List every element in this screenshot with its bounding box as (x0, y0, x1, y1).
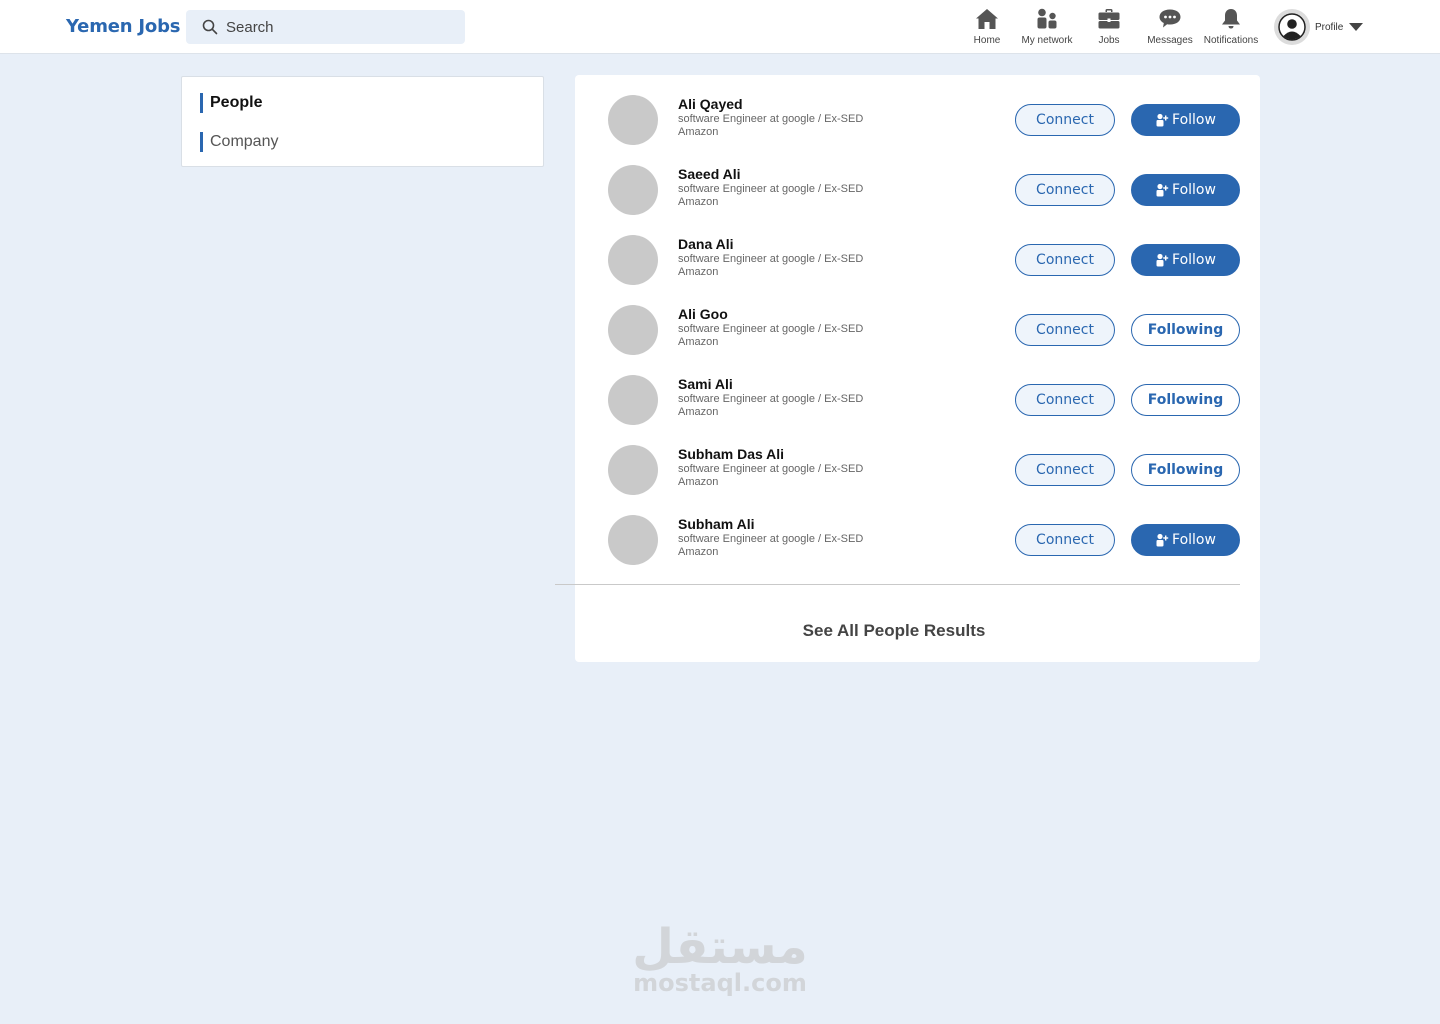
list-item: Subham Ali software Engineer at google / … (575, 515, 1260, 575)
person-name[interactable]: Sami Ali (678, 376, 733, 392)
brand-logo[interactable]: Yemen Jobs (66, 16, 181, 37)
person-name[interactable]: Subham Ali (678, 516, 755, 532)
add-user-icon (1156, 253, 1169, 267)
avatar[interactable] (1274, 9, 1310, 45)
bell-icon (1222, 9, 1240, 29)
add-user-icon (1156, 183, 1169, 197)
briefcase-icon (1098, 9, 1120, 29)
avatar[interactable] (608, 305, 658, 355)
follow-button-label: Follow (1172, 532, 1216, 548)
nav-my-network-label: My network (1021, 35, 1073, 46)
list-item: Subham Das Ali software Engineer at googl… (575, 445, 1260, 505)
person-headline: software Engineer at google / Ex-SED Ama… (678, 393, 864, 418)
person-name[interactable]: Ali Qayed (678, 96, 743, 112)
user-avatar-icon (1278, 13, 1306, 41)
search-icon (202, 19, 218, 35)
add-user-icon (1156, 113, 1169, 127)
divider (555, 584, 1240, 585)
nav-notifications[interactable]: Notifications (1199, 6, 1263, 46)
follow-button[interactable]: Follow (1131, 244, 1240, 276)
profile-menu[interactable]: Profile (1274, 9, 1364, 45)
follow-button-label: Follow (1172, 182, 1216, 198)
person-name[interactable]: Ali Goo (678, 306, 728, 322)
person-headline: software Engineer at google / Ex-SED Ama… (678, 253, 864, 278)
nav-notifications-label: Notifications (1203, 35, 1259, 46)
nav-home-label: Home (973, 35, 1001, 46)
nav-jobs-label: Jobs (1098, 35, 1120, 46)
avatar[interactable] (608, 515, 658, 565)
follow-button[interactable]: Follow (1131, 524, 1240, 556)
nav-home[interactable]: Home (955, 6, 1019, 46)
following-button[interactable]: Following (1131, 314, 1240, 346)
connect-button[interactable]: Connect (1015, 104, 1115, 136)
connect-button[interactable]: Connect (1015, 314, 1115, 346)
following-button[interactable]: Following (1131, 454, 1240, 486)
person-name[interactable]: Dana Ali (678, 236, 734, 252)
nav-messages-label: Messages (1147, 35, 1193, 46)
avatar[interactable] (608, 95, 658, 145)
top-navigation-bar: Yemen Jobs Search Home My network Jobs M… (0, 0, 1440, 54)
list-item: Dana Ali software Engineer at google / Ex… (575, 235, 1260, 295)
watermark-arabic: مستقل (632, 919, 808, 975)
avatar[interactable] (608, 445, 658, 495)
chevron-down-icon[interactable] (1349, 23, 1364, 31)
filter-people[interactable]: People (200, 93, 262, 113)
watermark-latin: mostaql.com (633, 969, 807, 997)
avatar[interactable] (608, 235, 658, 285)
person-headline: software Engineer at google / Ex-SED Ama… (678, 183, 864, 208)
avatar[interactable] (608, 165, 658, 215)
nav-messages[interactable]: Messages (1138, 6, 1202, 46)
person-name[interactable]: Subham Das Ali (678, 446, 784, 462)
connect-button[interactable]: Connect (1015, 174, 1115, 206)
connect-button[interactable]: Connect (1015, 384, 1115, 416)
person-headline: software Engineer at google / Ex-SED Ama… (678, 463, 864, 488)
watermark: مستقل mostaql.com (620, 920, 820, 996)
list-item: Saeed Ali software Engineer at google / E… (575, 165, 1260, 225)
connect-button[interactable]: Connect (1015, 454, 1115, 486)
network-icon (1037, 8, 1057, 29)
person-name[interactable]: Saeed Ali (678, 166, 741, 182)
follow-button-label: Follow (1172, 112, 1216, 128)
connect-button[interactable]: Connect (1015, 524, 1115, 556)
chat-bubble-icon (1159, 9, 1181, 28)
person-headline: software Engineer at google / Ex-SED Ama… (678, 113, 864, 138)
person-headline: software Engineer at google / Ex-SED Ama… (678, 533, 864, 558)
person-headline: software Engineer at google / Ex-SED Ama… (678, 323, 864, 348)
follow-button[interactable]: Follow (1131, 104, 1240, 136)
connect-button[interactable]: Connect (1015, 244, 1115, 276)
add-user-icon (1156, 533, 1169, 547)
following-button[interactable]: Following (1131, 384, 1240, 416)
profile-label: Profile (1315, 21, 1344, 33)
see-all-people-results-link[interactable]: See All People Results (575, 621, 1213, 641)
search-filter-panel: People Company (181, 76, 544, 167)
follow-button-label: Follow (1172, 252, 1216, 268)
people-results-card: Ali Qayed software Engineer at google / E… (555, 75, 1260, 662)
list-item: Ali Goo software Engineer at google / Ex-… (575, 305, 1260, 365)
search-placeholder: Search (226, 18, 274, 36)
nav-my-network[interactable]: My network (1015, 6, 1079, 46)
nav-jobs[interactable]: Jobs (1077, 6, 1141, 46)
list-item: Sami Ali software Engineer at google / Ex… (575, 375, 1260, 435)
list-item: Ali Qayed software Engineer at google / E… (575, 95, 1260, 155)
home-icon (976, 9, 998, 29)
avatar[interactable] (608, 375, 658, 425)
search-input[interactable]: Search (186, 10, 465, 44)
follow-button[interactable]: Follow (1131, 174, 1240, 206)
filter-company[interactable]: Company (200, 132, 278, 152)
